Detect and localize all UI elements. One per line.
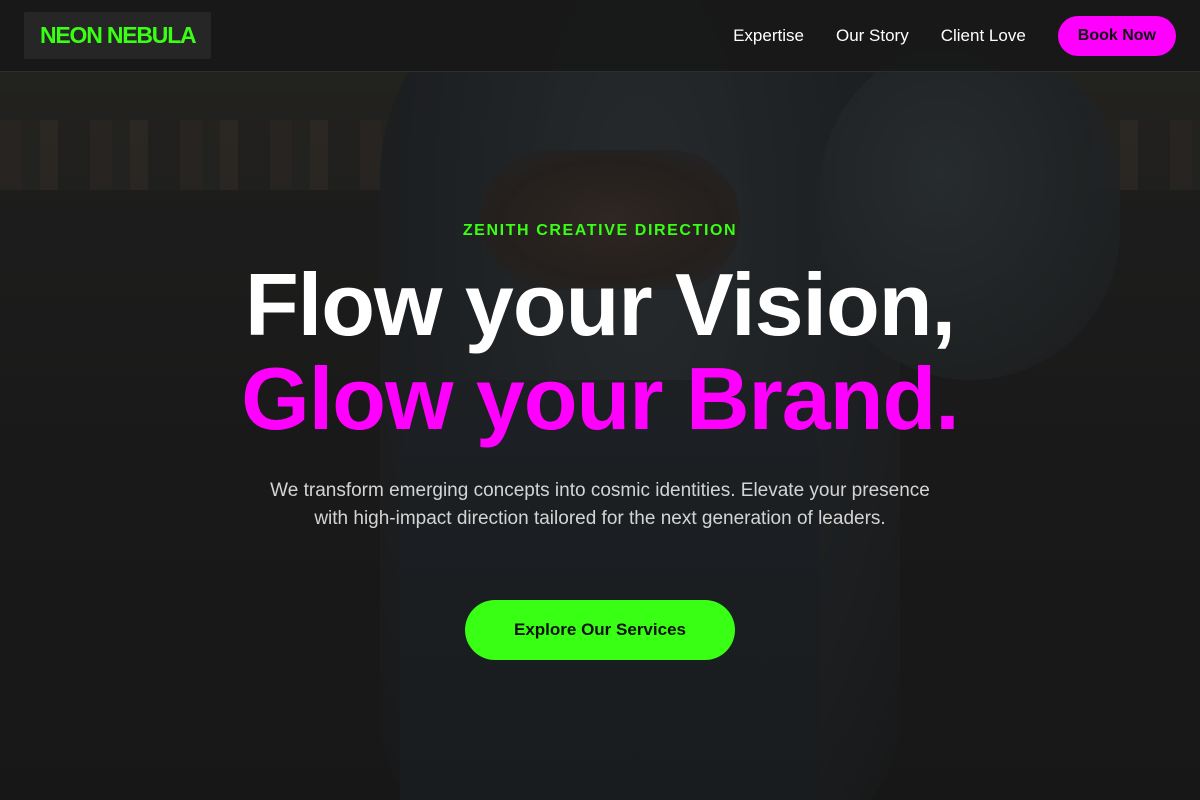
hero-headline: Flow your Vision, Glow your Brand. — [0, 258, 1200, 446]
hero-headline-line1: Flow your Vision, — [245, 255, 956, 354]
hero-subtitle: We transform emerging concepts into cosm… — [270, 480, 930, 529]
hero-eyebrow: ZENITH CREATIVE DIRECTION — [462, 222, 738, 239]
explore-services-button[interactable]: Explore Our Services — [465, 600, 735, 660]
hero-headline-line2: Glow your Brand. — [241, 349, 959, 448]
hero-section: ZENITH CREATIVE DIRECTION Flow your Visi… — [0, 0, 1200, 800]
landing-page: NEON NEBULA Expertise Our Story Client L… — [0, 0, 1200, 800]
